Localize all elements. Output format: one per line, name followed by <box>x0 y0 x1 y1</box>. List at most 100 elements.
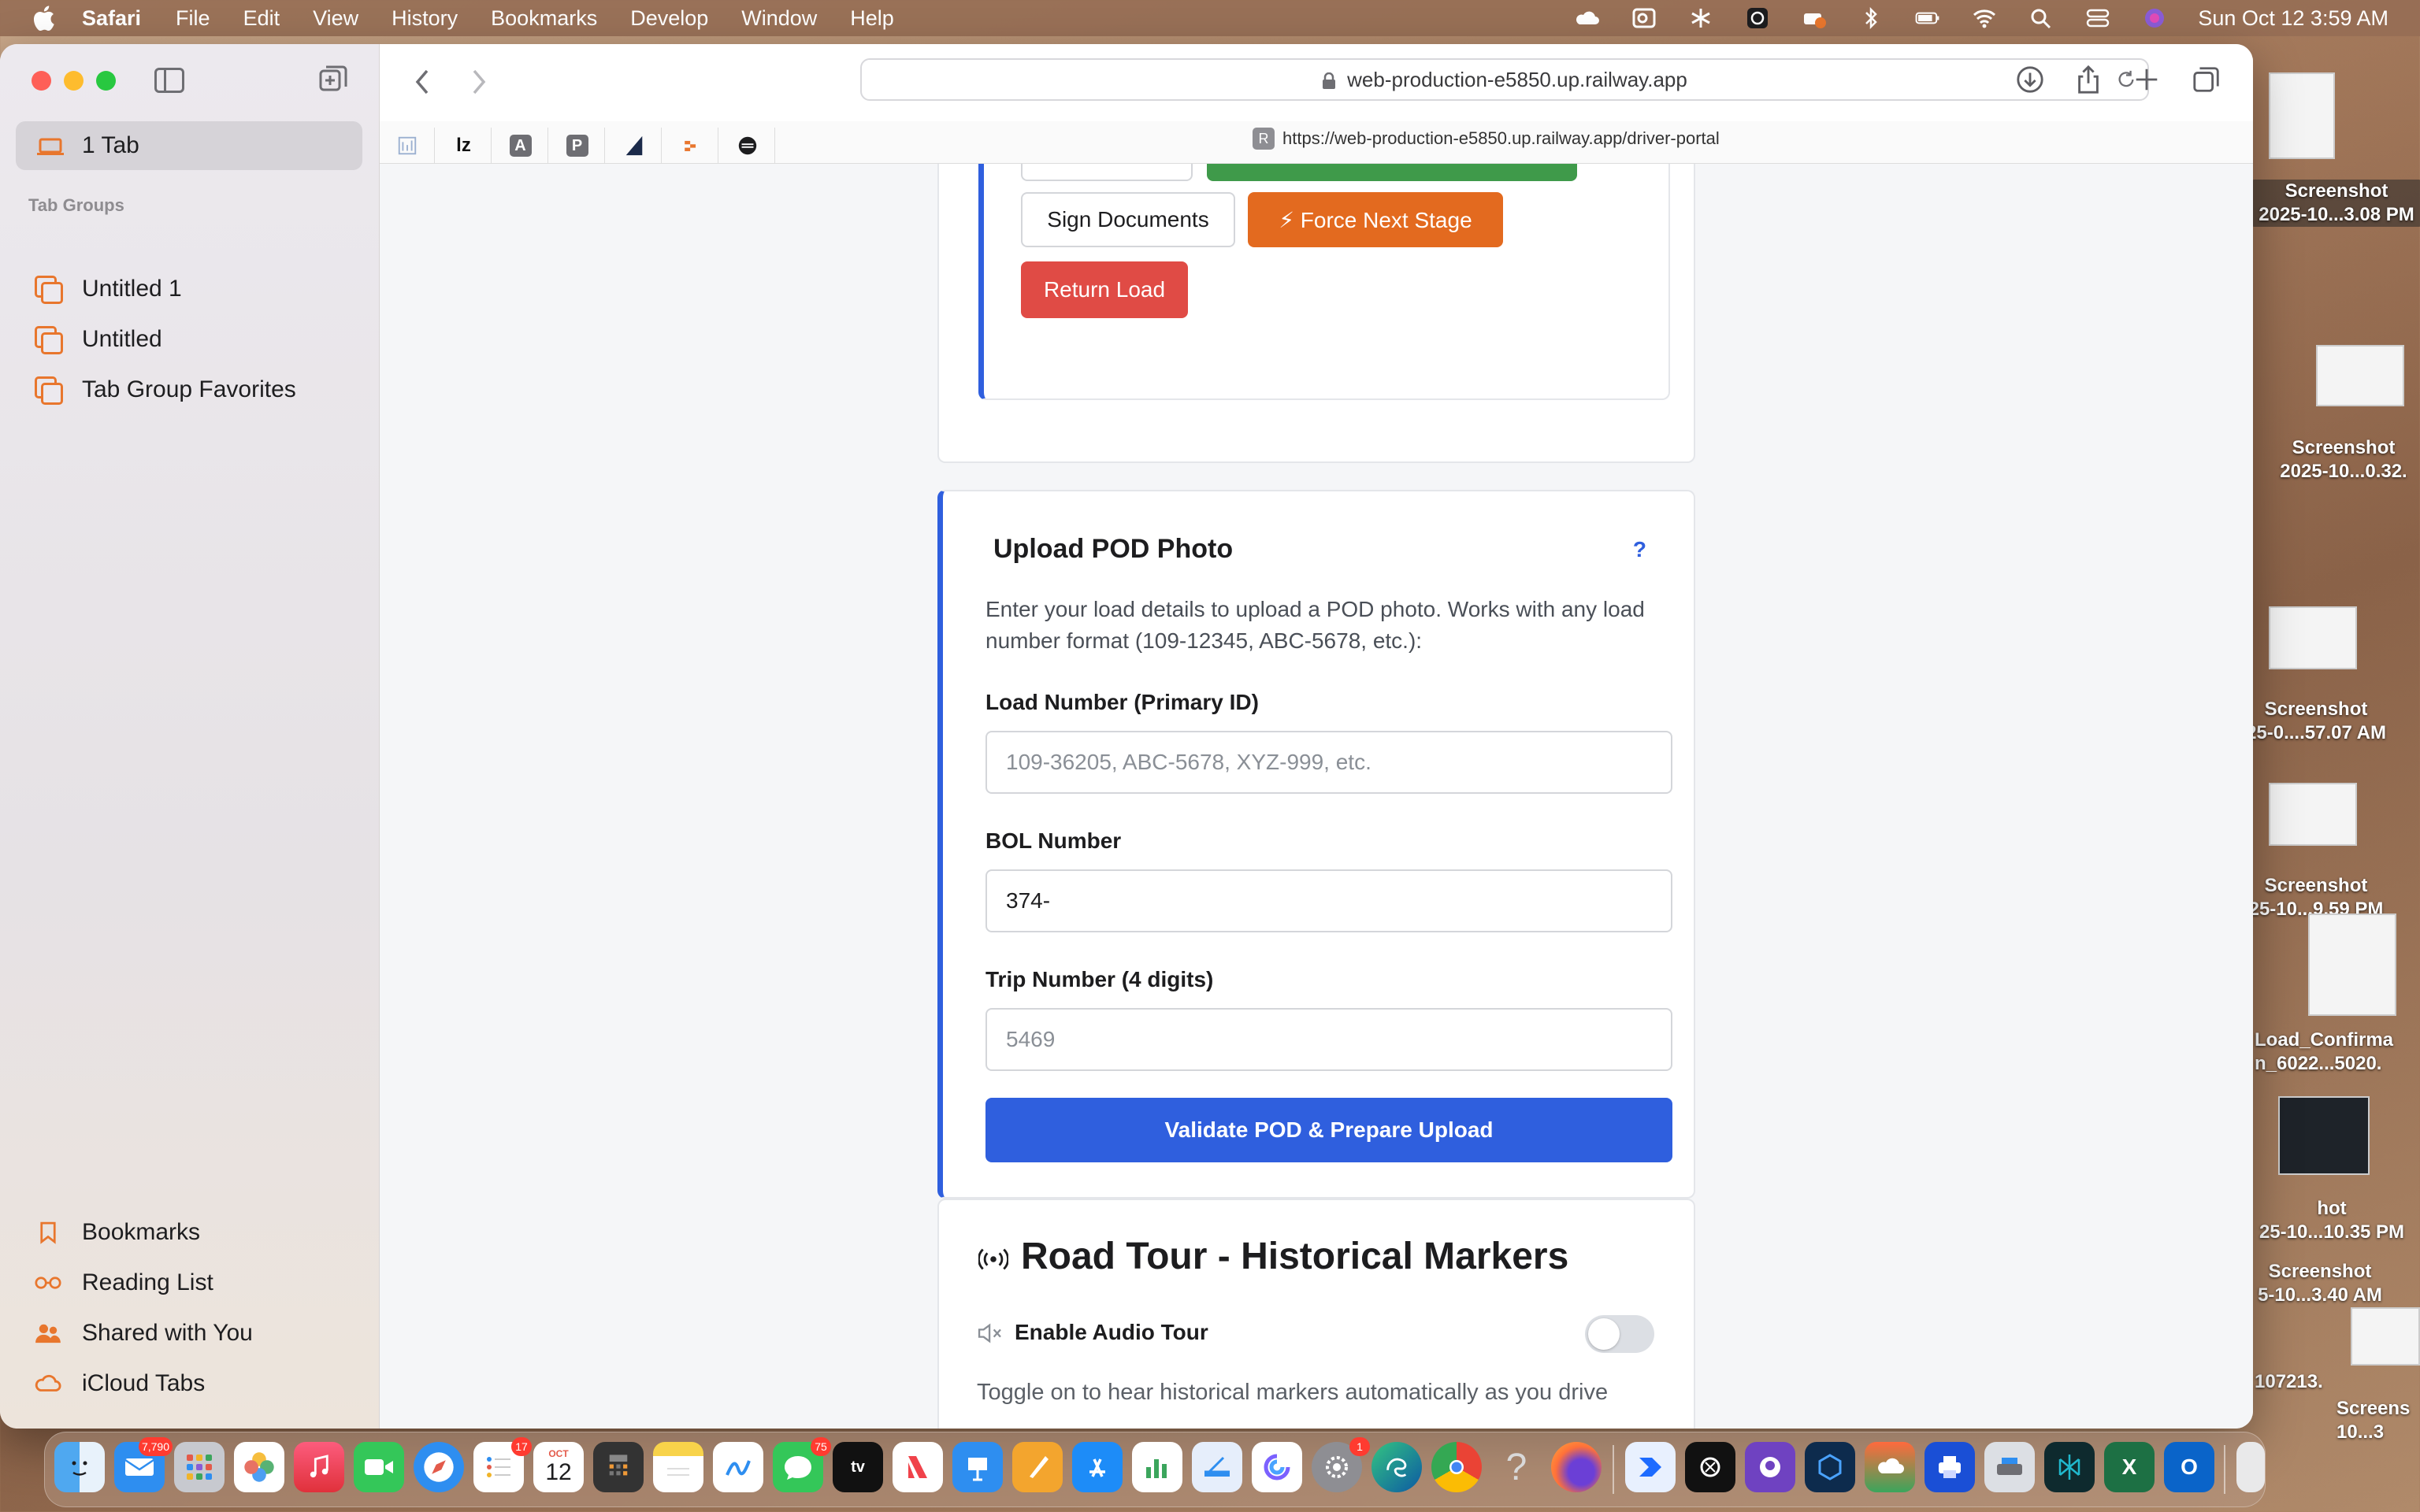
menu-edit[interactable]: Edit <box>243 6 280 31</box>
downloads-stack-icon[interactable] <box>2236 1442 2265 1492</box>
firefox-icon[interactable] <box>1551 1442 1602 1492</box>
finder-icon[interactable] <box>54 1442 105 1492</box>
sidebar-shared-with-you[interactable]: Shared with You <box>35 1320 253 1347</box>
desktop-file-label[interactable]: Screens 10...3 <box>2336 1397 2420 1444</box>
desktop-file-label[interactable]: Screenshot 5-10...3.40 AM <box>2237 1260 2403 1307</box>
menu-view[interactable]: View <box>313 6 358 31</box>
messages-icon[interactable]: 75 <box>773 1437 831 1492</box>
hexagon-app-icon[interactable] <box>1805 1442 1855 1492</box>
audio-tour-toggle[interactable] <box>1585 1315 1654 1353</box>
help-link[interactable]: ? <box>1633 537 1646 562</box>
battery-icon[interactable] <box>1914 6 1941 30</box>
validate-pod-button[interactable]: Validate POD & Prepare Upload <box>985 1098 1672 1162</box>
return-load-button[interactable]: Return Load <box>1021 261 1188 318</box>
forward-chevron-icon[interactable] <box>470 68 488 104</box>
mail-icon[interactable]: 7,790 <box>114 1437 173 1492</box>
menu-bookmarks[interactable]: Bookmarks <box>491 6 597 31</box>
menu-develop[interactable]: Develop <box>630 6 708 31</box>
reminders-icon[interactable]: 17 <box>473 1437 532 1492</box>
minimize-window-button[interactable] <box>64 71 84 91</box>
desktop-screenshot-thumbnail[interactable] <box>2351 1307 2420 1366</box>
apple-icon[interactable] <box>32 6 55 32</box>
desktop-file-label[interactable]: hot 25-10...10.35 PM <box>2245 1197 2418 1244</box>
favorite-orange-logo-icon[interactable] <box>663 128 718 164</box>
favorite-a-icon[interactable]: A <box>493 128 548 164</box>
creative-cloud-icon[interactable] <box>1574 6 1601 30</box>
menu-clock[interactable]: Sun Oct 12 3:59 AM <box>2198 6 2388 31</box>
notes-icon[interactable] <box>653 1442 703 1492</box>
back-chevron-icon[interactable] <box>413 68 432 104</box>
apple-tv-icon[interactable]: tv <box>833 1442 883 1492</box>
desktop-screenshot-thumbnail[interactable] <box>2269 72 2335 159</box>
new-tab-group-icon[interactable] <box>318 65 348 94</box>
menu-app-name[interactable]: Safari <box>82 6 141 31</box>
favorite-navy-logo-icon[interactable] <box>607 128 662 164</box>
trip-number-input[interactable]: 5469 <box>985 1008 1672 1071</box>
desktop-screenshot-thumbnail[interactable] <box>2269 783 2357 846</box>
calculator-icon[interactable] <box>593 1442 644 1492</box>
desktop-pdf-thumbnail[interactable] <box>2308 914 2396 1016</box>
zoom-window-button[interactable] <box>96 71 116 91</box>
calendar-icon[interactable]: OCT 12 <box>533 1442 584 1492</box>
launchpad-icon[interactable] <box>174 1442 225 1492</box>
wifi-icon[interactable] <box>1971 6 1998 30</box>
favorite-dark-circle-icon[interactable] <box>720 128 775 164</box>
desktop-file-label[interactable]: Screenshot 2025-10...0.32. <box>2269 436 2418 484</box>
edge-icon[interactable] <box>1371 1442 1422 1492</box>
help-question-icon[interactable]: ? <box>1491 1442 1542 1492</box>
favorite-p-icon[interactable]: P <box>550 128 605 164</box>
desktop-file-label[interactable]: Screenshot 2025-10...3.08 PM <box>2250 180 2420 227</box>
menu-window[interactable]: Window <box>741 6 817 31</box>
bol-number-input[interactable]: 374- <box>985 869 1672 932</box>
spotlight-search-icon[interactable] <box>2028 6 2054 30</box>
perplexity-icon[interactable] <box>2044 1442 2095 1492</box>
sidebar-icloud-tabs[interactable]: iCloud Tabs <box>35 1370 205 1397</box>
safari-icon[interactable] <box>414 1442 464 1492</box>
address-bar[interactable]: web-production-e5850.up.railway.app <box>860 58 2149 101</box>
chatgpt-status-icon[interactable] <box>1744 6 1771 30</box>
favorite-lz-icon[interactable]: lz <box>436 128 492 164</box>
close-window-button[interactable] <box>32 71 51 91</box>
pages-icon[interactable] <box>1012 1442 1063 1492</box>
tab-overview-icon[interactable] <box>2192 65 2223 96</box>
keynote-icon[interactable] <box>952 1442 1003 1492</box>
hidden-green-button[interactable] <box>1207 164 1577 181</box>
sign-documents-button[interactable]: Sign Documents <box>1021 192 1235 247</box>
menu-history[interactable]: History <box>392 6 458 31</box>
sidebar-tab-group-favorites[interactable]: Tab Group Favorites <box>35 376 296 405</box>
load-number-input[interactable]: 109-36205, ABC-5678, XYZ-999, etc. <box>985 731 1672 794</box>
photos-icon[interactable] <box>234 1442 284 1492</box>
new-tab-plus-icon[interactable] <box>2132 65 2163 96</box>
sidebar-tab-group-untitled[interactable]: Untitled <box>35 326 162 354</box>
sidebar-bookmarks[interactable]: Bookmarks <box>35 1219 200 1246</box>
sidebar-tab-group-untitled-1[interactable]: Untitled 1 <box>35 276 182 304</box>
bluetooth-icon[interactable] <box>1858 6 1884 30</box>
menu-help[interactable]: Help <box>850 6 894 31</box>
sidebar-tab-count[interactable]: 1 Tab <box>16 121 362 170</box>
music-icon[interactable] <box>294 1442 344 1492</box>
sidebar-toggle-icon[interactable] <box>154 68 184 93</box>
menu-file[interactable]: File <box>176 6 210 31</box>
hidden-white-button[interactable] <box>1021 164 1193 181</box>
control-center-icon[interactable] <box>2084 6 2111 30</box>
force-next-stage-button[interactable]: ⚡ Force Next Stage <box>1248 192 1503 247</box>
sidebar-reading-list[interactable]: Reading List <box>35 1269 213 1296</box>
siri-icon[interactable] <box>2141 6 2168 30</box>
news-icon[interactable] <box>893 1442 943 1492</box>
desktop-screenshot-thumbnail[interactable] <box>2316 345 2404 406</box>
scanner-icon[interactable] <box>1192 1442 1242 1492</box>
cloud-upload-icon[interactable] <box>1865 1442 1915 1492</box>
system-settings-icon[interactable]: 1 <box>1312 1437 1370 1492</box>
chrome-icon[interactable] <box>1431 1442 1482 1492</box>
favorite-doc-icon[interactable] <box>380 128 435 164</box>
desktop-screenshot-thumbnail[interactable] <box>2278 1096 2370 1175</box>
copilot-icon[interactable] <box>1252 1442 1302 1492</box>
scanner-device-icon[interactable] <box>1984 1442 2035 1492</box>
desktop-file-label[interactable]: 107213. <box>2255 1370 2341 1394</box>
excel-icon[interactable]: X <box>2104 1442 2155 1492</box>
chatgpt-icon[interactable] <box>1685 1442 1735 1492</box>
outlook-icon[interactable]: O <box>2164 1442 2214 1492</box>
app-store-icon[interactable] <box>1072 1442 1123 1492</box>
github-desktop-icon[interactable] <box>1745 1442 1795 1492</box>
printer-icon[interactable] <box>1924 1442 1975 1492</box>
